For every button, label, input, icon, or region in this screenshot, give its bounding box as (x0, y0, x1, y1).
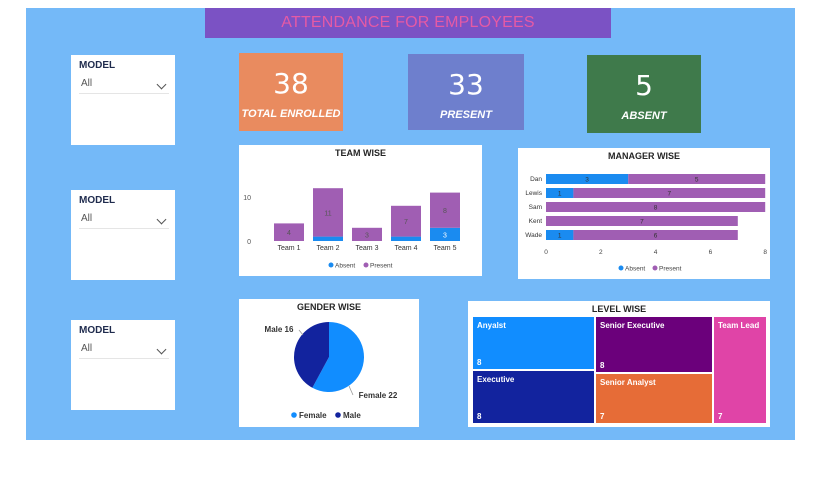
gender-wise-plot: Male 16 Female 22 Female Male (265, 322, 398, 420)
legend-marker-female (291, 412, 297, 418)
x-tick-label: Team 1 (278, 245, 301, 252)
dropdown-value: All (81, 78, 93, 89)
treemap-cell[interactable]: Senior Executive 8 (596, 317, 712, 372)
x-tick-label: 6 (709, 249, 713, 256)
dropdown-value: All (81, 343, 93, 354)
chevron-down-icon[interactable] (156, 344, 167, 355)
treemap-value: 8 (477, 412, 482, 421)
y-tick-label: Kent (529, 218, 543, 225)
legend-marker-present (652, 265, 658, 271)
legend-marker-absent (328, 262, 334, 268)
treemap-value: 7 (600, 412, 605, 421)
x-tick-label: 0 (544, 249, 548, 256)
data-label: 11 (324, 210, 331, 217)
model-slicer-2[interactable]: MODEL All (71, 190, 175, 280)
chevron-down-icon[interactable] (156, 79, 167, 90)
x-tick-label: 4 (654, 249, 658, 256)
data-label: 7 (404, 219, 408, 226)
kpi-caption: TOTAL ENROLLED (241, 108, 341, 120)
manager-wise-chart[interactable]: MANAGER WISE Dan 3 5 Lewis 1 7 Sam 8 Kent 7 Wade 1 6… (518, 148, 770, 279)
data-label: 8 (654, 205, 658, 212)
kpi-caption: ABSENT (621, 110, 667, 122)
x-tick-label: Team 5 (434, 245, 457, 252)
kpi-card-absent: 5 ABSENT (587, 55, 701, 133)
model-dropdown[interactable]: All (79, 75, 169, 94)
data-label: 3 (585, 177, 589, 184)
team-wise-chart[interactable]: TEAM WISE 0 10 4 Team 1 11 Team 2 3 Team 3 7 Team… (239, 145, 482, 276)
manager-wise-plot: Dan 3 5 Lewis 1 7 Sam 8 Kent 7 Wade 1 6 0 2 4 6 8 Absent Pr… (525, 174, 767, 273)
x-tick-label: Team 2 (317, 245, 340, 252)
y-tick-label: Dan (530, 176, 542, 183)
legend-label: Absent (335, 263, 355, 270)
y-tick-label: 10 (243, 195, 251, 202)
treemap-cell[interactable]: Senior Analyst 7 (596, 374, 712, 423)
treemap-cell[interactable]: Executive 8 (473, 371, 594, 423)
data-label: 7 (640, 219, 644, 226)
x-tick-label: Team 4 (395, 245, 418, 252)
data-label: 1 (558, 191, 562, 198)
y-tick-label: 0 (247, 239, 251, 246)
treemap-label: Senior Executive (600, 321, 665, 330)
bar-absent (391, 236, 421, 241)
kpi-card-present: 33 PRESENT (408, 54, 524, 130)
treemap-value: 8 (600, 361, 605, 370)
y-tick-label: Lewis (525, 190, 542, 197)
treemap-label: Anyalst (477, 321, 506, 330)
model-dropdown[interactable]: All (79, 210, 169, 229)
data-label: 4 (287, 230, 291, 237)
level-wise-chart[interactable]: LEVEL WISE Anyalst 8 Executive 8 Senior … (468, 301, 770, 427)
slicer-label: MODEL (79, 195, 116, 206)
gender-wise-chart[interactable]: GENDER WISE Male 16 Female 22 Female Male (239, 299, 419, 427)
x-tick-label: 8 (763, 249, 767, 256)
kpi-caption: PRESENT (440, 109, 492, 121)
data-label: 3 (365, 232, 369, 239)
legend-label: Male (343, 411, 361, 420)
data-label: 8 (443, 208, 447, 215)
model-dropdown[interactable]: All (79, 340, 169, 359)
data-label: 1 (558, 233, 562, 240)
kpi-value: 5 (635, 69, 653, 102)
x-tick-label: 2 (599, 249, 603, 256)
legend-label: Absent (625, 266, 645, 273)
treemap-value: 8 (477, 358, 482, 367)
model-slicer-1[interactable]: MODEL All (71, 55, 175, 145)
slicer-label: MODEL (79, 60, 116, 71)
pie-label: Male 16 (265, 325, 294, 334)
data-label: 6 (654, 233, 658, 240)
slicer-label: MODEL (79, 325, 116, 336)
treemap-cell[interactable]: Team Lead 7 (714, 317, 766, 423)
kpi-card-total-enrolled: 38 TOTAL ENROLLED (239, 53, 343, 131)
bar-absent (313, 236, 343, 241)
legend-label: Present (659, 266, 682, 273)
model-slicer-3[interactable]: MODEL All (71, 320, 175, 410)
legend-label: Present (370, 263, 393, 270)
treemap-value: 7 (718, 412, 723, 421)
dashboard-title: ATTENDANCE FOR EMPLOYEES (205, 8, 611, 38)
data-label: 5 (695, 177, 699, 184)
legend-label: Female (299, 411, 327, 420)
chevron-down-icon[interactable] (156, 214, 167, 225)
legend-marker-male (335, 412, 341, 418)
pie-label: Female 22 (359, 391, 398, 400)
treemap-label: Executive (477, 375, 515, 384)
chart-title: LEVEL WISE (591, 304, 647, 314)
leader-line (298, 329, 304, 336)
y-tick-label: Sam (529, 204, 542, 211)
treemap-label: Team Lead (718, 321, 760, 330)
leader-line (348, 385, 354, 396)
kpi-value: 38 (273, 67, 309, 100)
kpi-value: 33 (448, 68, 484, 101)
x-tick-label: Team 3 (356, 245, 379, 252)
team-wise-plot: 0 10 4 Team 1 11 Team 2 3 Team 3 7 Team 4 8 3 Team 5… (243, 188, 460, 270)
legend-marker-absent (618, 265, 624, 271)
data-label: 3 (443, 232, 447, 239)
treemap-label: Senior Analyst (600, 378, 656, 387)
data-label: 7 (667, 191, 671, 198)
y-tick-label: Wade (525, 232, 542, 239)
legend-marker-present (363, 262, 369, 268)
dropdown-value: All (81, 213, 93, 224)
treemap-cell[interactable]: Anyalst 8 (473, 317, 594, 369)
